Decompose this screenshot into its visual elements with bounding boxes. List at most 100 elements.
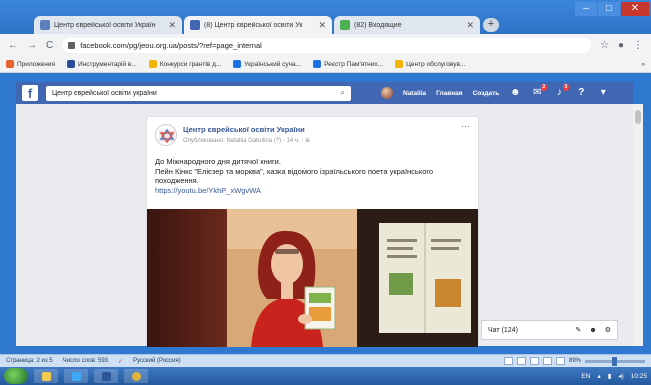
chrome-icon [131,371,141,381]
profile-link[interactable]: Nataliia [403,90,426,97]
facebook-logo-icon[interactable]: f [22,85,38,101]
account-menu-icon[interactable]: ▾ [597,87,609,99]
chat-bar[interactable]: Чат (124) ✎ ☻ ⚙ [481,320,618,340]
tab-jeou-site[interactable]: Центр єврейської освіти Україн ✕ [34,16,182,34]
settings-icon[interactable]: ⚙ [605,326,611,334]
language-indicator[interactable]: Русский (Россия) [133,358,181,364]
word-icon [101,371,111,381]
view-web-icon[interactable] [529,357,539,365]
create-link[interactable]: Создать [473,90,500,97]
facebook-nav: Nataliia Главная Создать ☻ ✉ 2 ♪ 3 ? ▾ [381,84,609,99]
menu-icon[interactable]: ⋮ [633,40,643,51]
bookmark-icon [148,60,157,68]
post-video-thumbnail[interactable] [147,209,478,347]
bookmark-ukrainian[interactable]: Український суча... [233,60,301,68]
start-button[interactable] [4,368,28,384]
facebook-icon [190,20,200,30]
bookmark-grants[interactable]: Конкурси грантів д... [148,60,221,68]
home-link[interactable]: Главная [436,90,462,97]
tray-arrow-icon[interactable]: ▴ [597,372,600,380]
bookmarks-bar: Приложения Инструментарій в... Конкурси … [0,56,651,73]
minimize-button[interactable]: – [575,2,597,16]
notifications-badge: 3 [562,84,570,91]
tab-inbox[interactable]: (82) Входящие ✕ [334,16,480,34]
facebook-header: f Центр єврейської освіти україни ⌕ Nata… [16,82,633,104]
lock-icon [68,41,76,49]
view-draft-icon[interactable] [555,357,565,365]
taskbar-chrome[interactable] [124,369,148,383]
page-scrollbar[interactable] [633,104,643,346]
messages-badge: 2 [540,84,548,91]
bookmark-icon [233,60,242,68]
forward-icon[interactable]: → [27,40,37,51]
bookmark-apps[interactable]: Приложения [6,60,55,68]
word-count[interactable]: Число слов: 593 [63,358,108,364]
bookmarks-more[interactable]: » [641,61,645,68]
notifications-icon[interactable]: ♪ 3 [553,84,570,99]
volume-icon[interactable]: ◂) [618,372,623,380]
chat-label: Чат (124) [488,326,518,334]
close-icon[interactable]: ✕ [168,20,176,31]
page-logo-icon [159,128,175,144]
search-icon[interactable]: ⌕ [341,88,345,98]
taskbar-media[interactable] [64,369,88,383]
address-bar[interactable]: facebook.com/pg/jeou.org.ua/posts/?ref=p… [62,37,591,53]
maximize-button[interactable]: □ [598,2,620,16]
new-tab-button[interactable]: + [483,18,499,32]
post-line-2: Пейн Кінкс "Елієзер та морква", казка ві… [155,166,434,186]
bookmark-icon [395,60,404,68]
close-icon[interactable]: ✕ [466,20,474,31]
taskbar-explorer[interactable] [34,369,58,383]
avatar[interactable] [381,87,393,99]
post-page-name[interactable]: Центр єврейської освіти України [183,125,305,134]
browser-toolbar: ← → C facebook.com/pg/jeou.org.ua/posts/… [0,34,651,56]
search-value: Центр єврейської освіти україни [52,89,157,97]
network-icon[interactable]: ▮ [608,372,612,380]
new-message-icon[interactable]: ✎ [575,326,581,334]
window-close-button[interactable]: ✕ [621,2,649,16]
bookmark-icon [313,60,322,68]
taskbar: EN ▴ ▮ ◂) 10:25 [0,367,651,385]
bookmark-registry[interactable]: Реєстр Пам'ятних... [313,60,383,68]
post-line-1: До Міжнародного дня дитячої книги. [155,157,281,166]
tab-strip: Центр єврейської освіти Україн ✕ (8) Цен… [0,0,651,34]
post-more-button[interactable]: ··· [461,121,470,131]
search-input[interactable]: Центр єврейської освіти україни ⌕ [46,85,351,101]
scroll-thumb[interactable] [635,110,641,124]
bookmark-service[interactable]: Центр обслуговув... [395,60,465,68]
taskbar-word[interactable] [94,369,118,383]
system-tray: EN ▴ ▮ ◂) 10:25 [581,372,647,381]
view-print-layout-icon[interactable] [503,357,513,365]
clock[interactable]: 10:25 [631,373,647,380]
bookmark-toolkit[interactable]: Инструментарій в... [67,60,137,68]
help-icon[interactable]: ? [575,87,587,99]
friends-icon[interactable]: ☻ [509,87,521,99]
profile-icon[interactable]: ● [618,40,624,51]
address-url: facebook.com/pg/jeou.org.ua/posts/?ref=p… [80,40,262,50]
close-icon[interactable]: ✕ [318,20,326,31]
spellcheck-icon[interactable]: ✓ [118,358,123,365]
input-language[interactable]: EN [581,373,590,380]
tab-facebook[interactable]: (8) Центр єврейської освіти Ук ✕ [184,16,332,34]
page-count[interactable]: Страница: 2 из 5 [6,358,53,364]
messenger-icon[interactable]: ✉ 2 [531,84,548,99]
star-icon[interactable]: ☆ [600,40,609,51]
post-link[interactable]: https://youtu.be/YkhP_xWgvWA [155,186,455,196]
bookmark-icon [67,60,76,68]
video-preview [147,209,478,347]
media-icon [71,371,81,381]
globe-icon [40,20,50,30]
view-outline-icon[interactable] [542,357,552,365]
view-fullscreen-icon[interactable] [516,357,526,365]
back-icon[interactable]: ← [8,40,18,51]
post-text: До Міжнародного дня дитячої книги. Пейн … [155,157,455,195]
word-status-bar: Страница: 2 из 5 Число слов: 593 ✓ Русск… [0,354,651,367]
reload-icon[interactable]: C [46,40,53,51]
zoom-slider[interactable] [585,356,645,366]
mail-icon [340,20,350,30]
page-avatar[interactable] [155,124,177,146]
apps-icon [6,60,14,68]
post-card: Центр єврейської освіти України Опублико… [146,116,479,347]
contacts-icon[interactable]: ☻ [589,327,596,334]
zoom-level[interactable]: 89% [569,358,581,364]
